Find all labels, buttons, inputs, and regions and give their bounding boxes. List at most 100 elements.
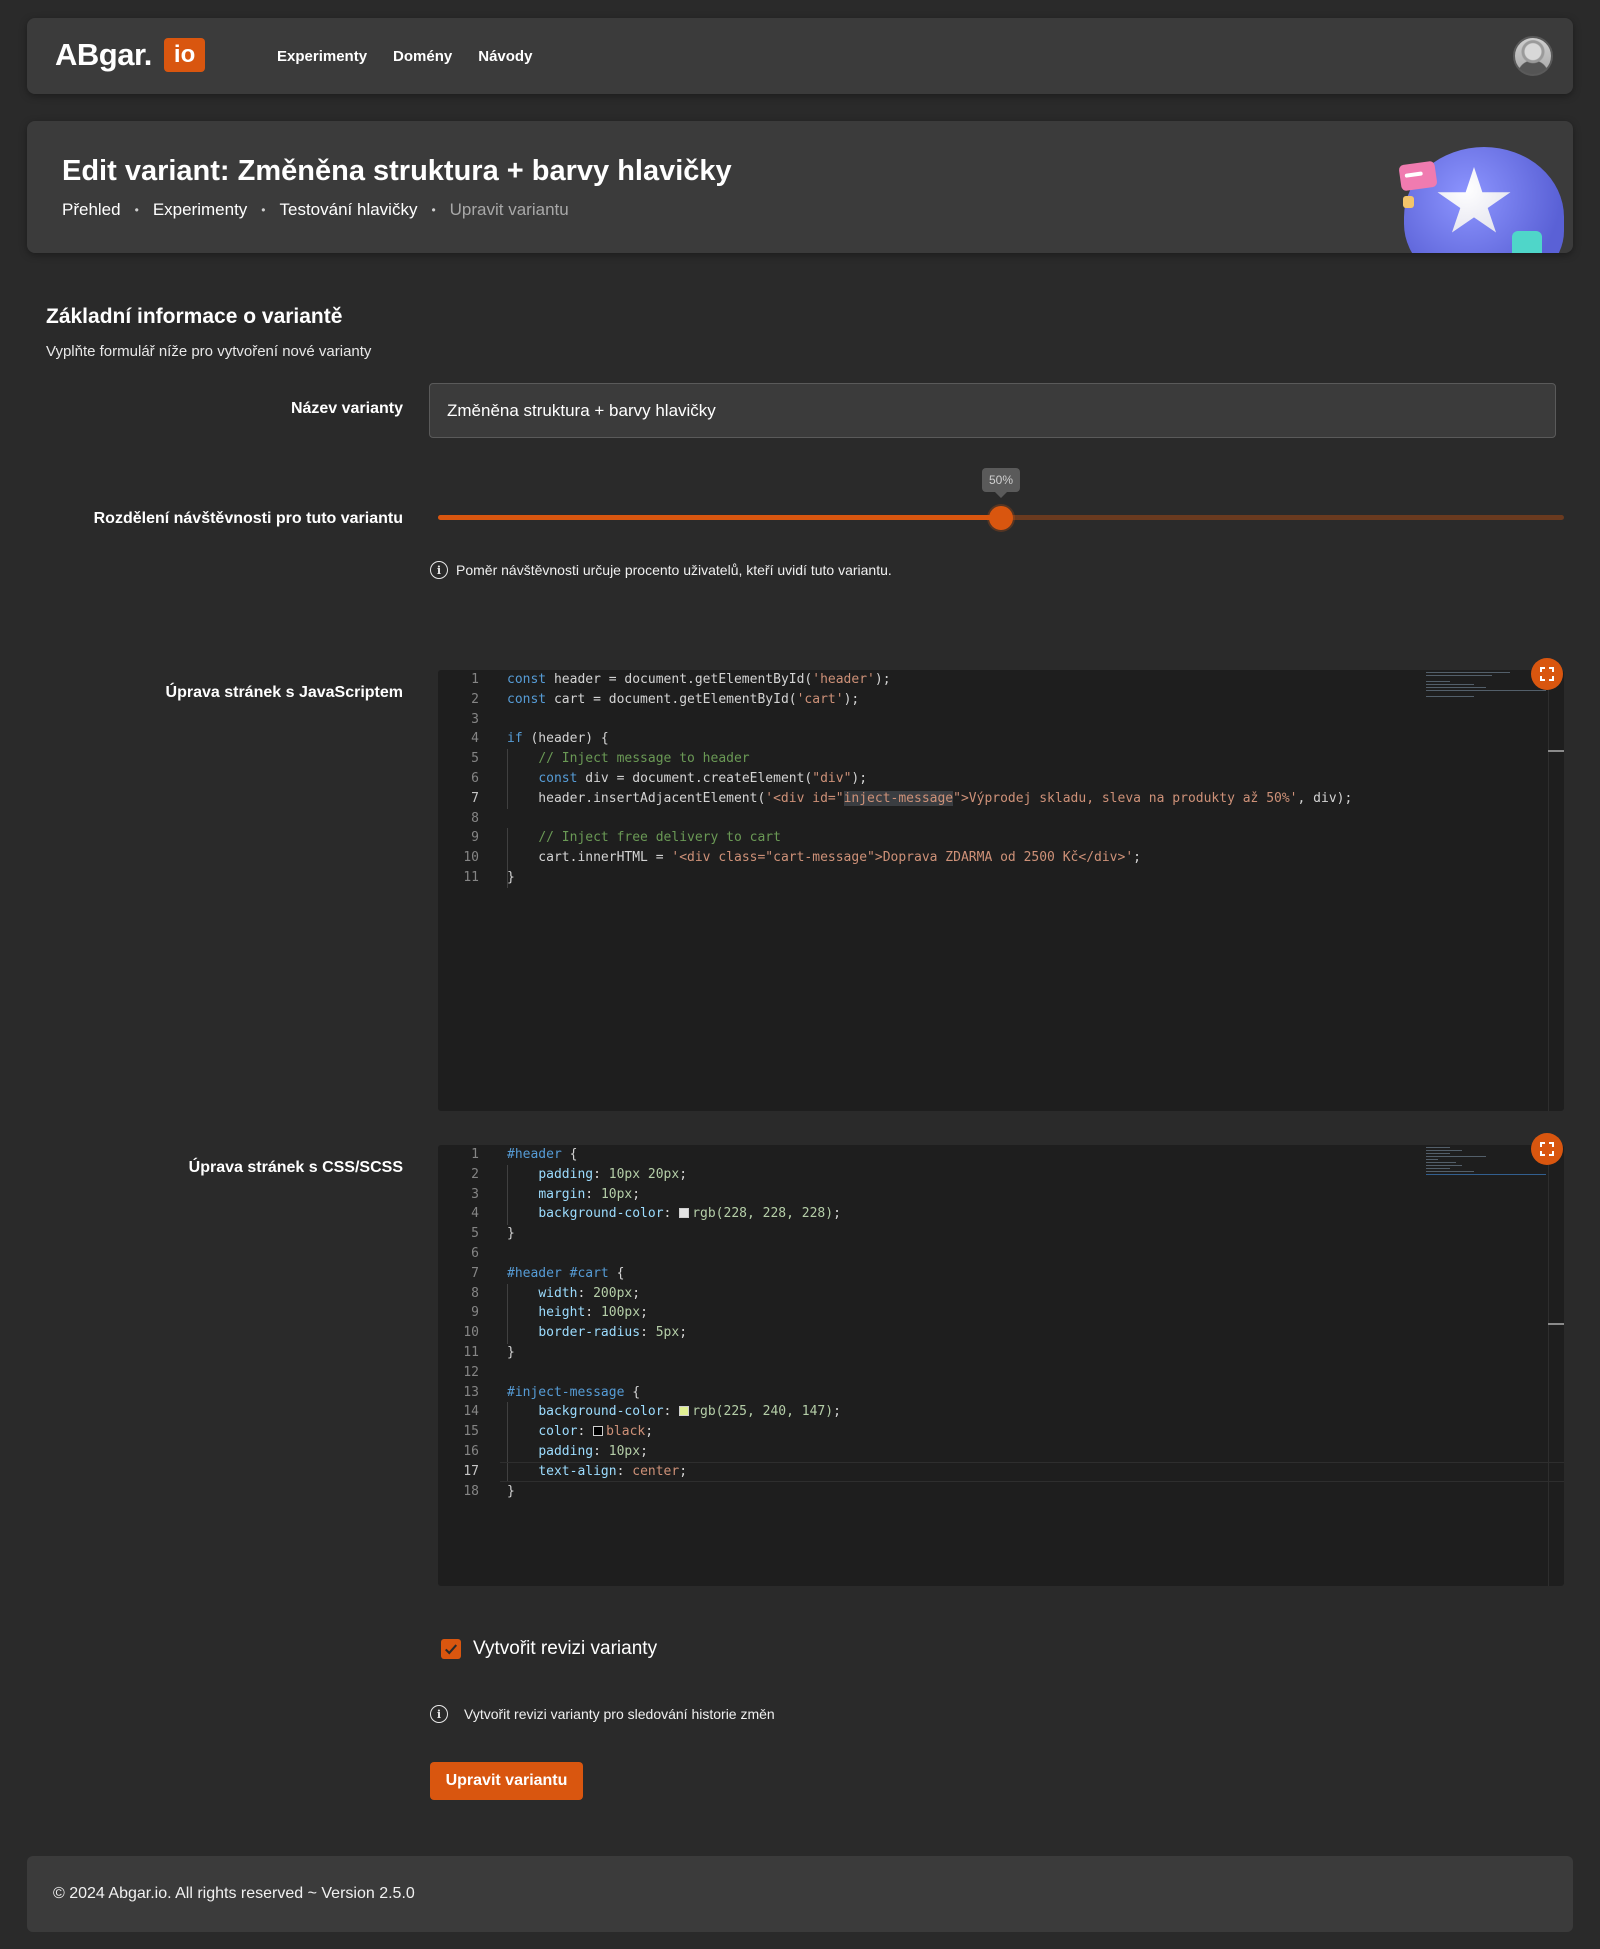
code-line: 11} [438,868,1438,888]
code-text: // Inject free delivery to cart [538,830,781,846]
line-number: 2 [471,691,479,707]
breadcrumb-separator-icon: • [261,203,266,217]
code-line: 6 const div = document.createElement("di… [438,769,1438,789]
code-line: 3 [438,710,1438,730]
code-line: 10 cart.innerHTML = '<div class="cart-me… [438,848,1438,868]
color-swatch[interactable] [679,1208,690,1219]
nav-link-navody[interactable]: Návody [478,48,532,65]
check-icon [445,1644,458,1655]
code-text: #inject-message { [507,1384,641,1400]
section-title: Základní informace o variantě [46,305,343,328]
illustration-dot [1403,196,1414,208]
line-number: 13 [463,1384,479,1400]
logo-text: ABgar. [55,37,152,72]
code-text: #header #cart { [507,1265,625,1281]
code-line: 3 margin: 10px; [438,1185,1438,1205]
scroll-marker [1548,1323,1564,1325]
nav-links: Experimenty Domény Návody [277,18,532,94]
code-text: width: 200px; [538,1285,641,1301]
nav-link-domeny[interactable]: Domény [393,48,452,65]
code-text: const div = document.createElement("div"… [538,770,868,786]
color-swatch[interactable] [593,1426,604,1437]
footer: © 2024 Abgar.io. All rights reserved ~ V… [27,1856,1573,1932]
code-text: if (header) { [507,731,609,747]
line-number: 4 [471,731,479,747]
code-line: 18} [438,1482,1438,1502]
variant-name-input[interactable] [429,383,1556,438]
code-line: 1 #header { [438,1145,1438,1165]
js-code-editor[interactable]: 1 const header = document.getElementById(… [438,670,1564,1111]
code-text: } [507,1344,515,1360]
code-text: cart.innerHTML = '<div class="cart-messa… [507,850,1141,866]
avatar[interactable] [1513,36,1553,76]
code-line: 14 background-color: rgb(225, 240, 147); [438,1402,1438,1422]
code-text: background-color: rgb(228, 228, 228); [538,1206,841,1222]
code-line: 2 const cart = document.getElementById('c… [438,690,1438,710]
scroll-marker [1548,750,1564,752]
update-variant-button[interactable]: Upravit variantu [430,1762,583,1800]
code-text: const header = document.getElementById('… [507,672,891,687]
nav-link-experimenty[interactable]: Experimenty [277,48,367,65]
breadcrumb-separator-icon: • [134,203,139,217]
create-revision-checkbox[interactable]: Vytvořit revizi varianty [441,1638,657,1660]
code-line: 6 [438,1244,1438,1264]
css-code-editor[interactable]: 1 #header { 2 padding: 10px 20px; 3 margi… [438,1145,1564,1586]
code-minimap[interactable] [1426,672,1546,702]
code-line: 12 [438,1363,1438,1383]
code-text: } [507,1483,515,1499]
line-number: 2 [471,1166,479,1182]
slider-thumb[interactable] [989,506,1013,530]
code-line: 1 const header = document.getElementById(… [438,670,1438,690]
code-line: 15 color: black; [438,1422,1438,1442]
breadcrumb-experimenty[interactable]: Experimenty [153,200,247,220]
page-header: Edit variant: Změněna struktura + barvy … [27,121,1573,253]
css-expand-button[interactable] [1531,1133,1563,1165]
code-line: 7 #header #cart { [438,1264,1438,1284]
editor-scrollbar[interactable] [1548,1145,1564,1586]
line-number: 12 [463,1364,479,1380]
code-text: const cart = document.getElementById('ca… [507,691,860,707]
code-text: color: black; [538,1424,654,1440]
code-minimap[interactable] [1426,1147,1546,1177]
code-line: 8 [438,809,1438,829]
code-line: 11} [438,1343,1438,1363]
header-illustration [1372,121,1573,253]
line-number: 5 [471,751,479,767]
checkbox-box[interactable] [441,1639,461,1659]
code-line: 5 // Inject message to header [438,749,1438,769]
color-swatch[interactable] [679,1406,690,1417]
create-revision-label[interactable]: Vytvořit revizi varianty [473,1638,657,1660]
section-subtitle: Vyplňte formulář níže pro vytvoření nové… [46,343,372,360]
traffic-split-hint-text: Poměr návštěvnosti určuje procento uživa… [456,562,892,578]
line-number: 5 [471,1226,479,1242]
code-line: 8 width: 200px; [438,1284,1438,1304]
line-number: 10 [463,1325,479,1341]
line-number: 7 [471,790,479,806]
line-number: 17 [463,1463,479,1479]
breadcrumb-testovani-hlavicky[interactable]: Testování hlavičky [280,200,418,220]
code-text: header.insertAdjacentElement('<div id="i… [507,790,1353,806]
code-line: 16 padding: 10px; [438,1442,1438,1462]
line-number: 3 [471,711,479,727]
traffic-split-hint: i Poměr návštěvnosti určuje procento uži… [430,561,892,579]
slider-fill [438,515,1001,520]
breadcrumb-prehled[interactable]: Přehled [62,200,121,220]
expand-icon [1540,1142,1554,1156]
traffic-split-slider[interactable]: 50% [438,468,1564,531]
revision-hint: i Vytvořit revizi varianty pro sledování… [430,1705,775,1723]
editor-scrollbar[interactable] [1548,670,1564,1111]
code-text: padding: 10px 20px; [538,1166,688,1182]
line-number: 9 [471,830,479,846]
code-line: 2 padding: 10px 20px; [438,1165,1438,1185]
code-text: padding: 10px; [538,1443,648,1459]
line-number: 4 [471,1206,479,1222]
line-number: 11 [463,869,479,885]
code-text: margin: 10px; [538,1186,641,1202]
js-expand-button[interactable] [1531,658,1563,690]
logo[interactable]: ABgar. io [55,35,206,75]
line-number: 10 [463,850,479,866]
code-line: 4 background-color: rgb(228, 228, 228); [438,1204,1438,1224]
breadcrumb-separator-icon: • [431,203,436,217]
line-number: 16 [463,1443,479,1459]
code-line: 13 #inject-message { [438,1383,1438,1403]
